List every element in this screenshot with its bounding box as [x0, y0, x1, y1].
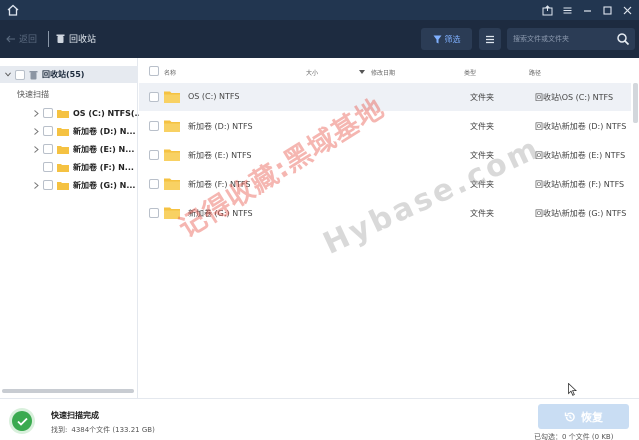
table-row[interactable]: 新加卷 (E:) NTFS 文件夹 回收站\新加卷 (E:) NTFS [139, 141, 631, 169]
sidebar-item-drive-f[interactable]: 新加卷 (F:) N... [33, 160, 134, 174]
column-header-type[interactable]: 类型 [464, 68, 476, 77]
row-path: 回收站\新加卷 (E:) NTFS [535, 151, 626, 160]
column-header-path[interactable]: 路径 [529, 68, 541, 77]
row-name: OS (C:) NTFS [188, 92, 240, 101]
found-label: 找到: [51, 426, 68, 434]
sidebar-horizontal-scrollbar[interactable] [2, 389, 134, 393]
row-type: 文件夹 [470, 122, 494, 131]
drive-checkbox[interactable] [43, 180, 53, 190]
sidebar-item-drive-e[interactable]: 新加卷 (E:) N... [33, 142, 134, 156]
back-label: 返回 [19, 35, 38, 45]
row-path: 回收站\新加卷 (G:) NTFS [535, 209, 627, 218]
filter-label: 筛选 [444, 34, 461, 44]
view-list-button[interactable] [479, 28, 501, 50]
home-icon[interactable] [6, 3, 20, 17]
sidebar: 回收站(55) 快速扫描 OS (C:) NTFS(... 新加卷 (D:) N… [0, 58, 144, 398]
scan-found-summary: 找到: 4384个文件 (133.21 GB) [51, 425, 155, 435]
row-type: 文件夹 [470, 209, 494, 218]
window-controls [539, 2, 635, 18]
chevron-right-icon[interactable] [33, 145, 39, 153]
chevron-right-icon[interactable] [33, 181, 39, 189]
back-button[interactable]: 返回 [6, 32, 37, 45]
select-all-checkbox[interactable] [149, 66, 159, 76]
maximize-icon[interactable] [599, 2, 615, 18]
drive-checkbox[interactable] [43, 108, 53, 118]
list-view-icon [486, 35, 494, 43]
sidebar-item-recycle-bin[interactable]: 回收站(55) [0, 66, 138, 83]
feedback-icon[interactable] [539, 2, 555, 18]
row-name: 新加卷 (E:) NTFS [188, 151, 252, 160]
column-header-name[interactable]: 名称 [164, 68, 176, 77]
row-checkbox[interactable] [149, 92, 159, 102]
root-checkbox[interactable] [15, 69, 25, 80]
restore-icon [564, 411, 575, 421]
breadcrumb: 回收站 [55, 32, 96, 45]
sidebar-item-label: OS (C:) NTFS(... [73, 108, 144, 118]
recover-button[interactable]: 恢复 [538, 404, 629, 429]
more-menu-icon[interactable] [559, 2, 575, 18]
filter-button[interactable]: 筛选 [421, 28, 472, 50]
sidebar-root-label: 回收站(55) [42, 70, 85, 79]
scan-status-title: 快速扫描完成 [51, 411, 99, 420]
sidebar-item-drive-d[interactable]: 新加卷 (D:) N... [33, 124, 136, 138]
chevron-down-icon[interactable] [5, 71, 11, 79]
sidebar-item-label: 新加卷 (E:) N... [73, 144, 135, 154]
chevron-right-icon[interactable] [33, 127, 39, 135]
row-name: 新加卷 (D:) NTFS [188, 122, 253, 131]
folder-icon [57, 163, 69, 172]
minimize-icon[interactable] [579, 2, 595, 18]
recycle-bin-icon [29, 70, 38, 79]
drive-checkbox[interactable] [43, 162, 53, 172]
folder-icon [57, 145, 69, 154]
search-icon[interactable] [616, 32, 630, 46]
check-icon [16, 417, 28, 426]
recycle-bin-icon [56, 34, 65, 43]
back-arrow-icon [6, 35, 15, 42]
row-checkbox[interactable] [149, 150, 159, 160]
row-checkbox[interactable] [149, 179, 159, 189]
sidebar-item-drive-c[interactable]: OS (C:) NTFS(... [33, 106, 144, 120]
recover-label: 恢复 [581, 410, 603, 424]
filter-icon [433, 35, 441, 43]
breadcrumb-label: 回收站 [69, 35, 97, 45]
row-checkbox[interactable] [149, 208, 159, 218]
drive-checkbox[interactable] [43, 144, 53, 154]
folder-icon [164, 149, 180, 161]
toolbar-divider [48, 31, 49, 47]
sort-desc-icon[interactable] [359, 70, 365, 74]
selected-info: 已勾选：0 个文件 (0 KB) [534, 433, 614, 440]
sidebar-item-drive-g[interactable]: 新加卷 (G:) N... [33, 178, 135, 192]
row-path: 回收站\OS (C:) NTFS [535, 93, 614, 102]
search-input[interactable] [513, 31, 613, 47]
column-header-size[interactable]: 大小 [306, 68, 318, 77]
folder-icon [57, 181, 69, 190]
row-path: 回收站\新加卷 (D:) NTFS [535, 122, 627, 131]
folder-icon [164, 120, 180, 132]
row-path: 回收站\新加卷 (F:) NTFS [535, 180, 625, 189]
folder-icon [164, 178, 180, 190]
row-type: 文件夹 [470, 93, 494, 102]
drive-checkbox[interactable] [43, 126, 53, 136]
search-box[interactable] [507, 28, 635, 50]
close-icon[interactable] [619, 2, 635, 18]
folder-icon [164, 91, 180, 103]
sidebar-item-label: 新加卷 (G:) N... [73, 180, 136, 190]
mouse-cursor-icon [568, 383, 577, 396]
title-bar [0, 0, 639, 20]
chevron-right-icon[interactable] [33, 109, 39, 117]
table-row[interactable]: OS (C:) NTFS 文件夹 回收站\OS (C:) NTFS [139, 83, 631, 111]
toolbar: 返回 回收站 筛选 [0, 20, 639, 58]
table-header: 名称 大小 修改日期 类型 路径 [139, 64, 639, 80]
status-footer: 快速扫描完成 找到: 4384个文件 (133.21 GB) 恢复 已勾选：0 … [0, 398, 639, 440]
scan-complete-badge [9, 408, 35, 434]
sidebar-item-label: 新加卷 (F:) N... [73, 162, 134, 172]
folder-icon [57, 127, 69, 136]
folder-icon [57, 109, 69, 118]
column-header-modified[interactable]: 修改日期 [371, 68, 395, 77]
vertical-scrollbar[interactable] [633, 83, 638, 123]
found-value: 4384个文件 (133.21 GB) [71, 426, 155, 434]
section-label-quick-scan: 快速扫描 [17, 90, 49, 99]
sidebar-item-label: 新加卷 (D:) N... [73, 126, 136, 136]
row-checkbox[interactable] [149, 121, 159, 131]
